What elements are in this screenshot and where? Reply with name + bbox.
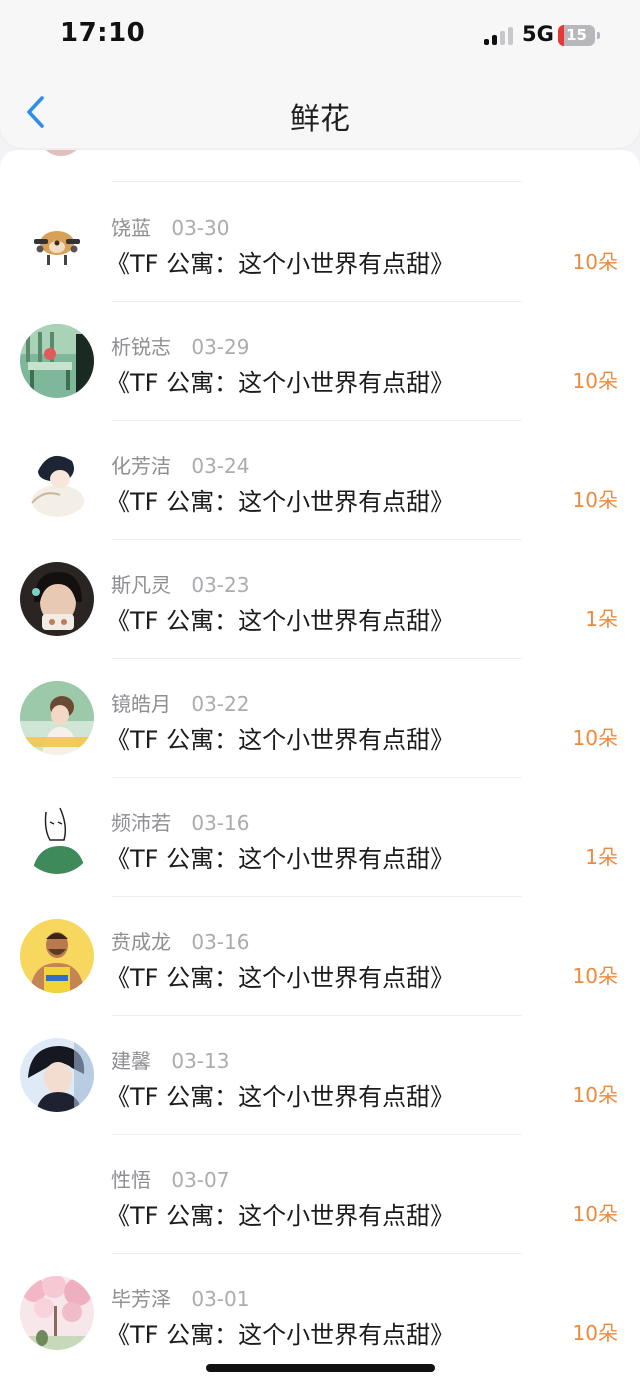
battery-tip (597, 32, 600, 39)
avatar[interactable] (20, 1157, 94, 1231)
book-title: 《TF 公寓：这个小世界有点甜》 (106, 1083, 455, 1111)
home-indicator (206, 1364, 435, 1372)
flower-meta: 贲成龙 03-16 (111, 926, 249, 955)
status-bar: 17:10 5G 15 (0, 0, 640, 70)
flower-count: 10朵 (572, 1202, 618, 1226)
book-title: 《TF 公寓：这个小世界有点甜》 (106, 250, 455, 278)
book-title: 《TF 公寓：这个小世界有点甜》 (106, 845, 455, 873)
avatar[interactable] (20, 800, 94, 874)
flower-meta: 析锐志 03-29 (111, 331, 249, 360)
flower-list: 饶蓝 03-30 《TF 公寓：这个小世界有点甜》 10朵 析锐志 03-29 … (0, 150, 640, 1385)
book-title: 《TF 公寓：这个小世界有点甜》 (106, 607, 455, 635)
list-item[interactable]: 化芳洁 03-24 《TF 公寓：这个小世界有点甜》 10朵 (0, 421, 640, 540)
row-divider (112, 181, 522, 182)
avatar[interactable] (20, 1276, 94, 1350)
user-name: 性悟 (111, 1168, 151, 1192)
gift-date: 03-01 (191, 1287, 250, 1311)
book-title: 《TF 公寓：这个小世界有点甜》 (106, 488, 455, 516)
gift-date: 03-07 (171, 1168, 230, 1192)
user-name: 贲成龙 (111, 930, 171, 954)
avatar[interactable] (20, 1038, 94, 1112)
cellular-signal-icon (484, 27, 514, 45)
user-name: 建馨 (111, 1049, 151, 1073)
status-time: 17:10 (60, 18, 146, 48)
flower-count: 10朵 (572, 1083, 618, 1107)
battery-icon: 15 (558, 25, 595, 46)
book-title: 《TF 公寓：这个小世界有点甜》 (106, 1321, 455, 1349)
list-item[interactable]: 析锐志 03-29 《TF 公寓：这个小世界有点甜》 10朵 (0, 302, 640, 421)
flower-meta: 镜皓月 03-22 (111, 688, 249, 717)
list-item[interactable]: 镜皓月 03-22 《TF 公寓：这个小世界有点甜》 10朵 (0, 659, 640, 778)
list-item[interactable]: 饶蓝 03-30 《TF 公寓：这个小世界有点甜》 10朵 (0, 183, 640, 302)
user-name: 斯凡灵 (111, 573, 171, 597)
user-name: 饶蓝 (111, 216, 151, 240)
avatar[interactable] (20, 443, 94, 517)
gift-date: 03-24 (191, 454, 250, 478)
page-title: 鲜花 (290, 102, 350, 137)
flower-meta: 建馨 03-13 (111, 1045, 229, 1074)
list-item[interactable]: 毕芳泽 03-01 《TF 公寓：这个小世界有点甜》 10朵 (0, 1254, 640, 1373)
user-name: 镜皓月 (111, 692, 171, 716)
user-name: 析锐志 (111, 335, 171, 359)
avatar[interactable] (20, 324, 94, 398)
avatar[interactable] (20, 562, 94, 636)
list-item[interactable]: 贲成龙 03-16 《TF 公寓：这个小世界有点甜》 10朵 (0, 897, 640, 1016)
book-title: 《TF 公寓：这个小世界有点甜》 (106, 726, 455, 754)
avatar[interactable] (20, 681, 94, 755)
book-title: 《TF 公寓：这个小世界有点甜》 (106, 1202, 455, 1230)
nav-header: 鲜花 (0, 70, 640, 148)
flower-meta: 毕芳泽 03-01 (111, 1283, 249, 1312)
flower-meta: 斯凡灵 03-23 (111, 569, 249, 598)
flower-meta: 化芳洁 03-24 (111, 450, 249, 479)
network-type: 5G (522, 22, 554, 46)
flower-meta: 频沛若 03-16 (111, 807, 249, 836)
flower-count: 1朵 (585, 607, 618, 631)
list-item[interactable]: 建馨 03-13 《TF 公寓：这个小世界有点甜》 10朵 (0, 1016, 640, 1135)
flower-meta: 性悟 03-07 (111, 1164, 229, 1193)
avatar[interactable] (20, 919, 94, 993)
gift-date: 03-22 (191, 692, 250, 716)
flower-count: 10朵 (572, 964, 618, 988)
flower-count: 10朵 (572, 1321, 618, 1345)
list-item[interactable]: 斯凡灵 03-23 《TF 公寓：这个小世界有点甜》 1朵 (0, 540, 640, 659)
gift-date: 03-30 (171, 216, 230, 240)
flower-meta: 饶蓝 03-30 (111, 212, 229, 241)
list-item[interactable]: 频沛若 03-16 《TF 公寓：这个小世界有点甜》 1朵 (0, 778, 640, 897)
gift-date: 03-13 (171, 1049, 230, 1073)
avatar (38, 150, 84, 156)
gift-date: 03-23 (191, 573, 250, 597)
flower-count: 10朵 (572, 250, 618, 274)
book-title: 《TF 公寓：这个小世界有点甜》 (106, 964, 455, 992)
user-name: 化芳洁 (111, 454, 171, 478)
avatar[interactable] (20, 205, 94, 279)
flower-count: 10朵 (572, 369, 618, 393)
user-name: 频沛若 (111, 811, 171, 835)
gift-date: 03-16 (191, 930, 250, 954)
flower-count: 10朵 (572, 726, 618, 750)
gift-date: 03-29 (191, 335, 250, 359)
list-item[interactable]: 性悟 03-07 《TF 公寓：这个小世界有点甜》 10朵 (0, 1135, 640, 1254)
gift-date: 03-16 (191, 811, 250, 835)
flower-count: 1朵 (585, 845, 618, 869)
user-name: 毕芳泽 (111, 1287, 171, 1311)
battery-level: 15 (566, 26, 587, 44)
book-title: 《TF 公寓：这个小世界有点甜》 (106, 369, 455, 397)
flower-count: 10朵 (572, 488, 618, 512)
